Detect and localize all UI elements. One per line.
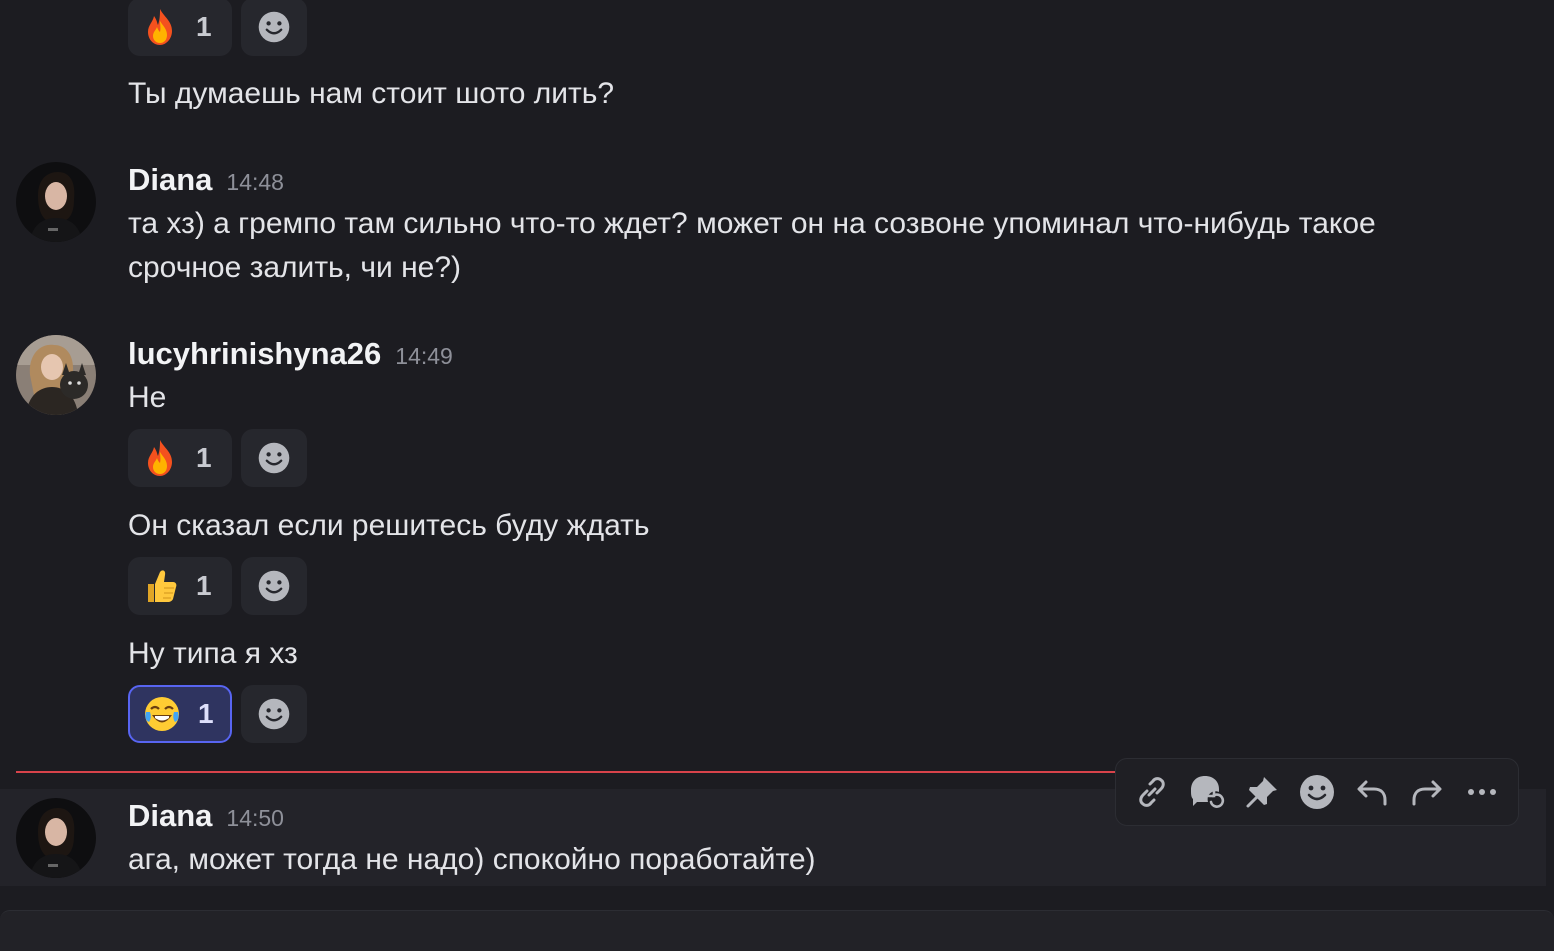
avatar-image <box>16 335 96 415</box>
message-text: Он сказал если решитесь буду ждать <box>128 509 650 542</box>
avatar-image <box>16 798 96 878</box>
timestamp: 14:50 <box>226 805 284 831</box>
reply-icon <box>1357 780 1387 806</box>
reaction-count: 1 <box>196 442 212 473</box>
smiley-icon <box>256 568 292 604</box>
avatar-image <box>16 162 96 242</box>
fire-icon <box>140 438 180 478</box>
copy-link-button[interactable] <box>1128 768 1176 816</box>
add-reaction-button[interactable] <box>241 429 307 487</box>
message-text: Не <box>128 381 167 414</box>
thumbs-up-icon <box>140 566 180 606</box>
author-name[interactable]: Diana <box>128 162 212 198</box>
create-thread-button[interactable] <box>1183 768 1231 816</box>
reaction-count: 1 <box>198 698 214 729</box>
avatar-diana[interactable] <box>16 162 96 242</box>
message-header: Diana 14:48 <box>128 162 284 198</box>
message-text: ага, может тогда не надо) спокойно пораб… <box>128 843 816 876</box>
forward-button[interactable] <box>1403 768 1451 816</box>
add-reaction-button[interactable] <box>241 557 307 615</box>
joy-icon <box>142 694 182 734</box>
smiley-icon <box>256 440 292 476</box>
timestamp: 14:49 <box>395 343 453 369</box>
add-reaction-button[interactable] <box>241 0 307 56</box>
avatar-lucy[interactable] <box>16 335 96 415</box>
thread-icon <box>1190 776 1224 808</box>
message-header: Diana 14:50 <box>128 798 284 834</box>
reaction-count: 1 <box>196 570 212 601</box>
message-text: Ты думаешь нам стоит шото лить? <box>128 77 615 110</box>
add-reaction-button[interactable] <box>1293 768 1341 816</box>
author-name[interactable]: lucyhrinishyna26 <box>128 336 381 372</box>
pin-icon <box>1246 777 1277 808</box>
message-actions-toolbar <box>1115 758 1519 826</box>
reaction-joy[interactable]: 1 <box>128 685 232 743</box>
pin-message-button[interactable] <box>1238 768 1286 816</box>
smiley-icon <box>256 696 292 732</box>
timestamp: 14:48 <box>226 169 284 195</box>
message-composer[interactable] <box>0 910 1554 951</box>
reaction-thumbs-up[interactable]: 1 <box>128 557 232 615</box>
avatar-diana[interactable] <box>16 798 96 878</box>
reply-button[interactable] <box>1348 768 1396 816</box>
message-header: lucyhrinishyna26 14:49 <box>128 336 453 372</box>
reaction-count: 1 <box>196 11 212 42</box>
more-icon <box>1468 789 1497 795</box>
author-name[interactable]: Diana <box>128 798 212 834</box>
add-reaction-button[interactable] <box>241 685 307 743</box>
reaction-fire[interactable]: 1 <box>128 429 232 487</box>
message-text: Ну типа я хз <box>128 637 298 670</box>
smiley-icon <box>256 9 292 45</box>
message-text: срочное залить, чи не?) <box>128 251 462 284</box>
reaction-fire-top[interactable]: 1 <box>128 0 232 56</box>
forward-icon <box>1412 780 1442 806</box>
add-reaction-icon <box>1297 772 1337 812</box>
link-icon <box>1138 777 1165 807</box>
fire-icon <box>140 7 180 47</box>
more-options-button[interactable] <box>1458 768 1506 816</box>
message-text: та хз) а гремпо там сильно что-то ждет? … <box>128 207 1376 240</box>
